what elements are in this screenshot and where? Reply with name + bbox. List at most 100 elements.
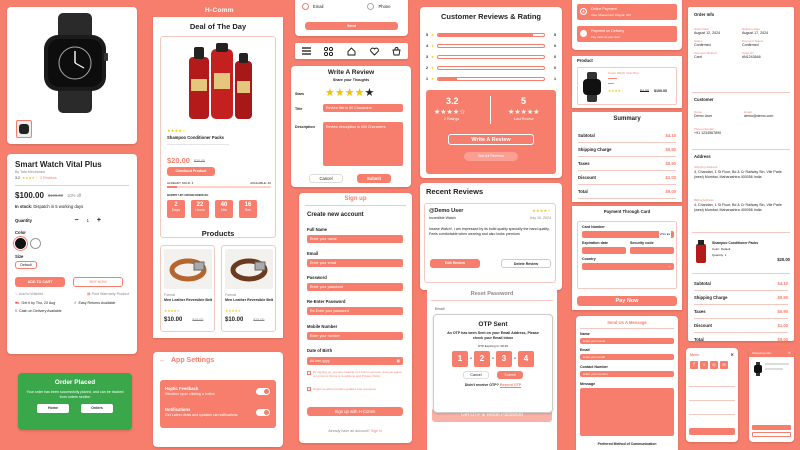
checkout-product-name: Smart Watch Vital Plus bbox=[608, 71, 639, 75]
otp-title: OTP Sent bbox=[478, 321, 508, 328]
radio-phone[interactable] bbox=[367, 3, 375, 10]
write-review-card: Write A Review Share your Thoughts Stars… bbox=[291, 66, 411, 187]
order-field: Order Date August 12, 2024 bbox=[694, 27, 721, 35]
checkout-product-button[interactable]: Checkout Product bbox=[167, 167, 215, 176]
back-arrow-icon[interactable]: ← bbox=[159, 357, 166, 364]
close-icon[interactable]: ✕ bbox=[788, 351, 791, 355]
cancel-button[interactable]: Cancel bbox=[309, 174, 343, 183]
otp-digit-3[interactable]: 3 bbox=[496, 350, 512, 367]
summary-title: Summary bbox=[613, 116, 641, 122]
contact-number-input[interactable]: Enter your number bbox=[580, 371, 674, 377]
size-option-default[interactable]: Default bbox=[15, 260, 37, 269]
heart-icon: ♡ bbox=[15, 291, 19, 296]
otp-digit-2[interactable]: 2 bbox=[474, 350, 490, 367]
delete-review-button[interactable]: Delete Review bbox=[501, 259, 551, 268]
qty-minus-button[interactable]: − bbox=[74, 217, 78, 224]
shampoo-image bbox=[189, 43, 252, 119]
card-number-input[interactable]: VISA ●● bbox=[582, 231, 674, 238]
rating-bar bbox=[437, 65, 545, 70]
edit-review-button[interactable]: Edit Review bbox=[430, 259, 480, 268]
manual-link[interactable]: Print Warrranty Product bbox=[92, 292, 129, 296]
color-swatch-white[interactable] bbox=[30, 237, 41, 249]
qty-plus-button[interactable]: + bbox=[97, 217, 101, 224]
reviews-link[interactable]: 2 Reviews bbox=[40, 176, 57, 180]
customer-title: Customer bbox=[694, 97, 714, 102]
resend-otp-link[interactable]: Resend OTP bbox=[500, 383, 521, 387]
wishlist-link[interactable]: Add to Wishlist bbox=[19, 292, 43, 296]
review-title-input[interactable]: Review title in 50 Characters bbox=[323, 104, 403, 112]
sold-progress bbox=[167, 186, 271, 188]
email-input[interactable]: Enter your email bbox=[307, 259, 403, 267]
deal-product-card[interactable]: ★★★★☆ Shampoo Conditioner Packs ‐‐‐‐‐‐‐‐… bbox=[160, 36, 276, 238]
pay-now-button[interactable]: Pay Now bbox=[577, 296, 677, 306]
otp-expiry: OTP Expiring In: 00:40 bbox=[477, 343, 509, 348]
repassword-label: Re-Enter Password bbox=[307, 299, 346, 304]
contact-name-input[interactable]: Enter your name bbox=[580, 338, 674, 344]
product-brand: By Tata Mechanics bbox=[15, 170, 46, 174]
fullname-input[interactable]: Enter your name bbox=[307, 235, 403, 243]
home-icon[interactable] bbox=[347, 46, 356, 56]
mini-cart-view-button[interactable] bbox=[752, 432, 791, 437]
quantity-label: Quantity bbox=[15, 217, 32, 223]
review-date: July 16, 2024 bbox=[529, 216, 551, 220]
submit-button[interactable]: Submit bbox=[357, 174, 391, 183]
review-description-input[interactable]: Review description in 500 Characters bbox=[323, 122, 403, 166]
signup-button[interactable]: Sign up with H-Comm bbox=[307, 407, 403, 416]
twitter-icon[interactable]: t bbox=[700, 361, 708, 369]
old-price: $100.00 bbox=[47, 192, 64, 198]
menu-action-button[interactable] bbox=[689, 428, 735, 435]
radio-email[interactable] bbox=[302, 3, 309, 10]
thumbnail[interactable] bbox=[16, 120, 32, 138]
otp-digit-1[interactable]: 1 bbox=[452, 350, 468, 367]
star-rating-input[interactable]: ★★★★★ bbox=[325, 86, 374, 99]
repassword-input[interactable]: Re-Enter your password bbox=[307, 307, 403, 315]
product-card-belt-1[interactable]: Formal Men Leather Reversible Belt ★★★★★… bbox=[160, 245, 215, 332]
contact-pref-label: Preferred Method of Communication bbox=[597, 442, 657, 446]
deal-stars: ★★★★☆ bbox=[167, 128, 186, 133]
mail-icon[interactable]: ✉ bbox=[720, 361, 728, 369]
agree-checkbox[interactable] bbox=[307, 371, 311, 375]
send-button[interactable]: Send bbox=[305, 22, 398, 30]
notifications-toggle[interactable] bbox=[256, 409, 270, 416]
fullname-label: Full Name bbox=[307, 227, 328, 232]
otp-cancel-button[interactable]: Cancel bbox=[463, 370, 489, 379]
contact-email-input[interactable]: Enter your email bbox=[580, 354, 674, 360]
write-review-button[interactable]: Write A Review bbox=[448, 134, 534, 145]
online-payment-option[interactable]: Online Payment Visa, Mastercard, Paypal,… bbox=[577, 4, 677, 20]
grid-icon[interactable] bbox=[324, 46, 334, 56]
buy-now-button[interactable]: BUY NOW bbox=[73, 276, 123, 287]
dob-input[interactable]: dd-mm-yyyy ▦ bbox=[307, 357, 403, 365]
bag-icon[interactable] bbox=[392, 46, 401, 56]
otp-digit-4[interactable]: 4 bbox=[518, 350, 534, 367]
mobile-input[interactable]: Enter your number bbox=[307, 332, 403, 340]
heart-icon[interactable] bbox=[369, 47, 379, 56]
cod-option[interactable]: Payment on Delivery Pay cash at your doo… bbox=[577, 26, 677, 42]
order-field: Order ID #N1243646 bbox=[742, 51, 761, 59]
order-summary-rows: Subtotal $4.10 Shipping Charge $0.90 Taxes $0… bbox=[694, 277, 788, 341]
order-item: Shampoo Conditioner Packs Color: Default… bbox=[694, 239, 790, 269]
promo-checkbox[interactable] bbox=[307, 387, 311, 391]
contact-message-label: Message bbox=[580, 382, 596, 386]
password-input[interactable]: Enter your password bbox=[307, 283, 403, 291]
country-select[interactable]: ⌄ bbox=[582, 263, 674, 270]
color-swatch-black[interactable] bbox=[13, 235, 28, 251]
signin-link[interactable]: Sign in bbox=[371, 429, 382, 433]
product-card-belt-2[interactable]: Formal Men Leather Reversible Belt ★★★★★… bbox=[221, 245, 276, 332]
star-icon: ★ bbox=[431, 32, 435, 37]
orders-button[interactable]: Orders bbox=[81, 404, 113, 414]
contact-message-input[interactable] bbox=[580, 388, 674, 436]
otp-submit-button[interactable]: Submit bbox=[497, 370, 523, 379]
mini-cart-checkout-button[interactable] bbox=[752, 425, 791, 430]
home-button[interactable]: Home bbox=[37, 404, 69, 414]
add-to-cart-button[interactable]: ADD TO CART bbox=[15, 276, 65, 287]
expiry-input[interactable] bbox=[582, 247, 626, 254]
see-all-reviews-button[interactable]: See All Reviews bbox=[464, 152, 518, 161]
checkout-product-title: Product bbox=[577, 58, 593, 63]
facebook-icon[interactable]: f bbox=[690, 361, 698, 369]
haptic-toggle[interactable] bbox=[256, 388, 270, 395]
menu-icon[interactable] bbox=[301, 47, 311, 55]
close-icon[interactable]: ✕ bbox=[730, 352, 734, 357]
instagram-icon[interactable]: ◎ bbox=[710, 361, 718, 369]
security-code-input[interactable] bbox=[630, 247, 674, 254]
stock-label: In stock: bbox=[15, 203, 33, 209]
